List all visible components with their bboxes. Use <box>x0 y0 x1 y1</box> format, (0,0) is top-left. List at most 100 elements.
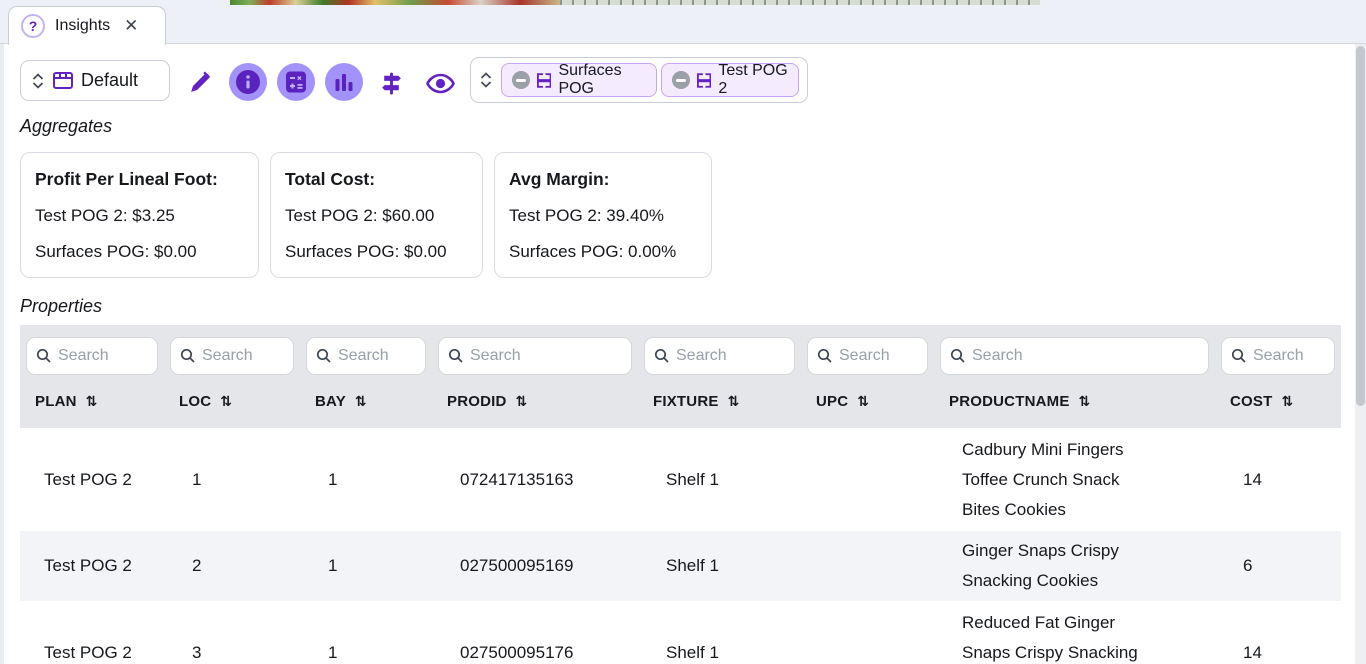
remove-chip-icon[interactable] <box>672 71 690 89</box>
view-selector-dropdown[interactable]: Default <box>20 60 170 101</box>
search-field-productname[interactable] <box>940 337 1209 375</box>
bar-chart-icon <box>332 70 356 94</box>
search-field-plan[interactable] <box>26 337 158 375</box>
search-icon <box>950 348 966 364</box>
chip-label: Surfaces POG <box>558 62 646 98</box>
sort-icon[interactable]: ⇅ <box>86 394 98 410</box>
cell-bay: 1 <box>300 531 432 601</box>
cell-productname: Reduced Fat Ginger Snaps Crispy Snacking… <box>934 601 1215 664</box>
search-input[interactable] <box>438 337 632 375</box>
column-header-upc[interactable]: UPC⇅ <box>801 375 934 428</box>
sort-icon[interactable]: ⇅ <box>1079 394 1091 410</box>
card-title: Total Cost: <box>285 169 464 190</box>
cell-plan: Test POG 2 <box>20 531 164 601</box>
aggregate-cards: Profit Per Lineal Foot: Test POG 2: $3.2… <box>20 152 712 278</box>
cell-productname: Cadbury Mini Fingers Toffee Crunch Snack… <box>934 428 1215 531</box>
planogram-icon <box>537 72 551 89</box>
calculator-button[interactable] <box>277 63 315 101</box>
sort-icon[interactable]: ⇅ <box>516 394 528 410</box>
insights-panel: ? Insights ✕ Default <box>0 0 1366 664</box>
scrollbar-thumb[interactable] <box>1356 46 1365 406</box>
cell-fixture: Shelf 1 <box>638 601 801 664</box>
sort-icon[interactable]: ⇅ <box>1281 394 1293 410</box>
card-value-line: Test POG 2: 39.40% <box>509 198 693 234</box>
cell-loc: 1 <box>164 428 300 531</box>
close-icon[interactable]: ✕ <box>124 16 138 36</box>
search-field-prodid[interactable] <box>438 337 632 375</box>
search-field-fixture[interactable] <box>644 337 795 375</box>
info-button[interactable] <box>229 63 267 101</box>
chip-test-pog-2[interactable]: Test POG 2 <box>661 63 799 97</box>
column-header-plan[interactable]: PLAN⇅ <box>20 375 164 428</box>
unfold-icon <box>479 71 493 89</box>
column-header-prodid[interactable]: PRODID⇅ <box>432 375 638 428</box>
table-row[interactable]: Test POG 2 1 1 072417135163 Shelf 1 Cadb… <box>20 428 1341 531</box>
cell-upc <box>801 428 934 531</box>
remove-chip-icon[interactable] <box>512 71 530 89</box>
column-header-loc[interactable]: LOC⇅ <box>164 375 300 428</box>
visibility-button[interactable] <box>426 73 455 97</box>
table-row[interactable]: Test POG 2 2 1 027500095169 Shelf 1 Ging… <box>20 531 1341 601</box>
cell-upc <box>801 601 934 664</box>
cell-fixture: Shelf 1 <box>638 428 801 531</box>
edit-button[interactable] <box>188 70 213 98</box>
chip-surfaces-pog[interactable]: Surfaces POG <box>501 63 657 97</box>
search-input[interactable] <box>940 337 1209 375</box>
cell-bay: 1 <box>300 428 432 531</box>
cell-prodid: 027500095169 <box>432 531 638 601</box>
cell-loc: 3 <box>164 601 300 664</box>
column-header-cost[interactable]: COST⇅ <box>1215 375 1341 428</box>
sort-icon[interactable]: ⇅ <box>857 394 869 410</box>
eye-icon <box>426 73 455 94</box>
column-header-productname[interactable]: PRODUCTNAME⇅ <box>934 375 1215 428</box>
cell-plan: Test POG 2 <box>20 428 164 531</box>
help-icon[interactable]: ? <box>21 14 45 38</box>
search-icon <box>180 348 196 364</box>
vertical-scrollbar[interactable] <box>1355 44 1366 664</box>
view-selector-label: Default <box>81 70 138 91</box>
column-header-bay[interactable]: BAY⇅ <box>300 375 432 428</box>
search-icon <box>817 348 833 364</box>
card-title: Avg Margin: <box>509 169 693 190</box>
sort-icon[interactable]: ⇅ <box>728 394 740 410</box>
card-title: Profit Per Lineal Foot: <box>35 169 240 190</box>
left-gutter <box>0 44 4 664</box>
table-row[interactable]: Test POG 2 3 1 027500095176 Shelf 1 Redu… <box>20 601 1341 664</box>
sort-icon[interactable]: ⇅ <box>355 394 367 410</box>
tab-insights[interactable]: ? Insights ✕ <box>8 6 166 45</box>
search-icon <box>1231 348 1247 364</box>
highlights-button[interactable] <box>379 71 404 99</box>
sort-icon[interactable]: ⇅ <box>220 394 232 410</box>
cell-cost: 6 <box>1215 531 1341 601</box>
cell-plan: Test POG 2 <box>20 601 164 664</box>
search-field-cost[interactable] <box>1221 337 1335 375</box>
search-field-bay[interactable] <box>306 337 426 375</box>
chart-button[interactable] <box>325 63 363 101</box>
search-icon <box>316 348 332 364</box>
pencil-icon <box>188 70 213 95</box>
cell-cost: 14 <box>1215 601 1341 664</box>
cell-loc: 2 <box>164 531 300 601</box>
chip-label: Test POG 2 <box>718 62 788 98</box>
cell-prodid: 027500095176 <box>432 601 638 664</box>
card-value-line: Surfaces POG: $0.00 <box>285 234 464 270</box>
cell-prodid: 072417135163 <box>432 428 638 531</box>
info-icon <box>235 69 261 95</box>
cell-productname: Ginger Snaps Crispy Snacking Cookies <box>934 531 1215 601</box>
signpost-icon <box>379 71 404 96</box>
aggregates-section-label: Aggregates <box>20 116 112 137</box>
card-total-cost: Total Cost: Test POG 2: $60.00 Surfaces … <box>270 152 483 278</box>
unfold-icon <box>31 72 45 90</box>
insights-toolbar: Default <box>0 44 1366 110</box>
plan-filter-box[interactable]: Surfaces POG Test POG 2 <box>470 57 808 103</box>
search-field-upc[interactable] <box>807 337 928 375</box>
cell-cost: 14 <box>1215 428 1341 531</box>
search-field-loc[interactable] <box>170 337 294 375</box>
column-header-fixture[interactable]: FIXTURE⇅ <box>638 375 801 428</box>
search-icon <box>36 348 52 364</box>
properties-table: PLAN⇅ LOC⇅ BAY⇅ PRODID⇅ FIXTURE⇅ UPC⇅ PR… <box>20 325 1341 664</box>
card-avg-margin: Avg Margin: Test POG 2: 39.40% Surfaces … <box>494 152 712 278</box>
tab-title: Insights <box>55 17 110 35</box>
card-value-line: Test POG 2: $60.00 <box>285 198 464 234</box>
column-header-row: PLAN⇅ LOC⇅ BAY⇅ PRODID⇅ FIXTURE⇅ UPC⇅ PR… <box>20 375 1341 428</box>
